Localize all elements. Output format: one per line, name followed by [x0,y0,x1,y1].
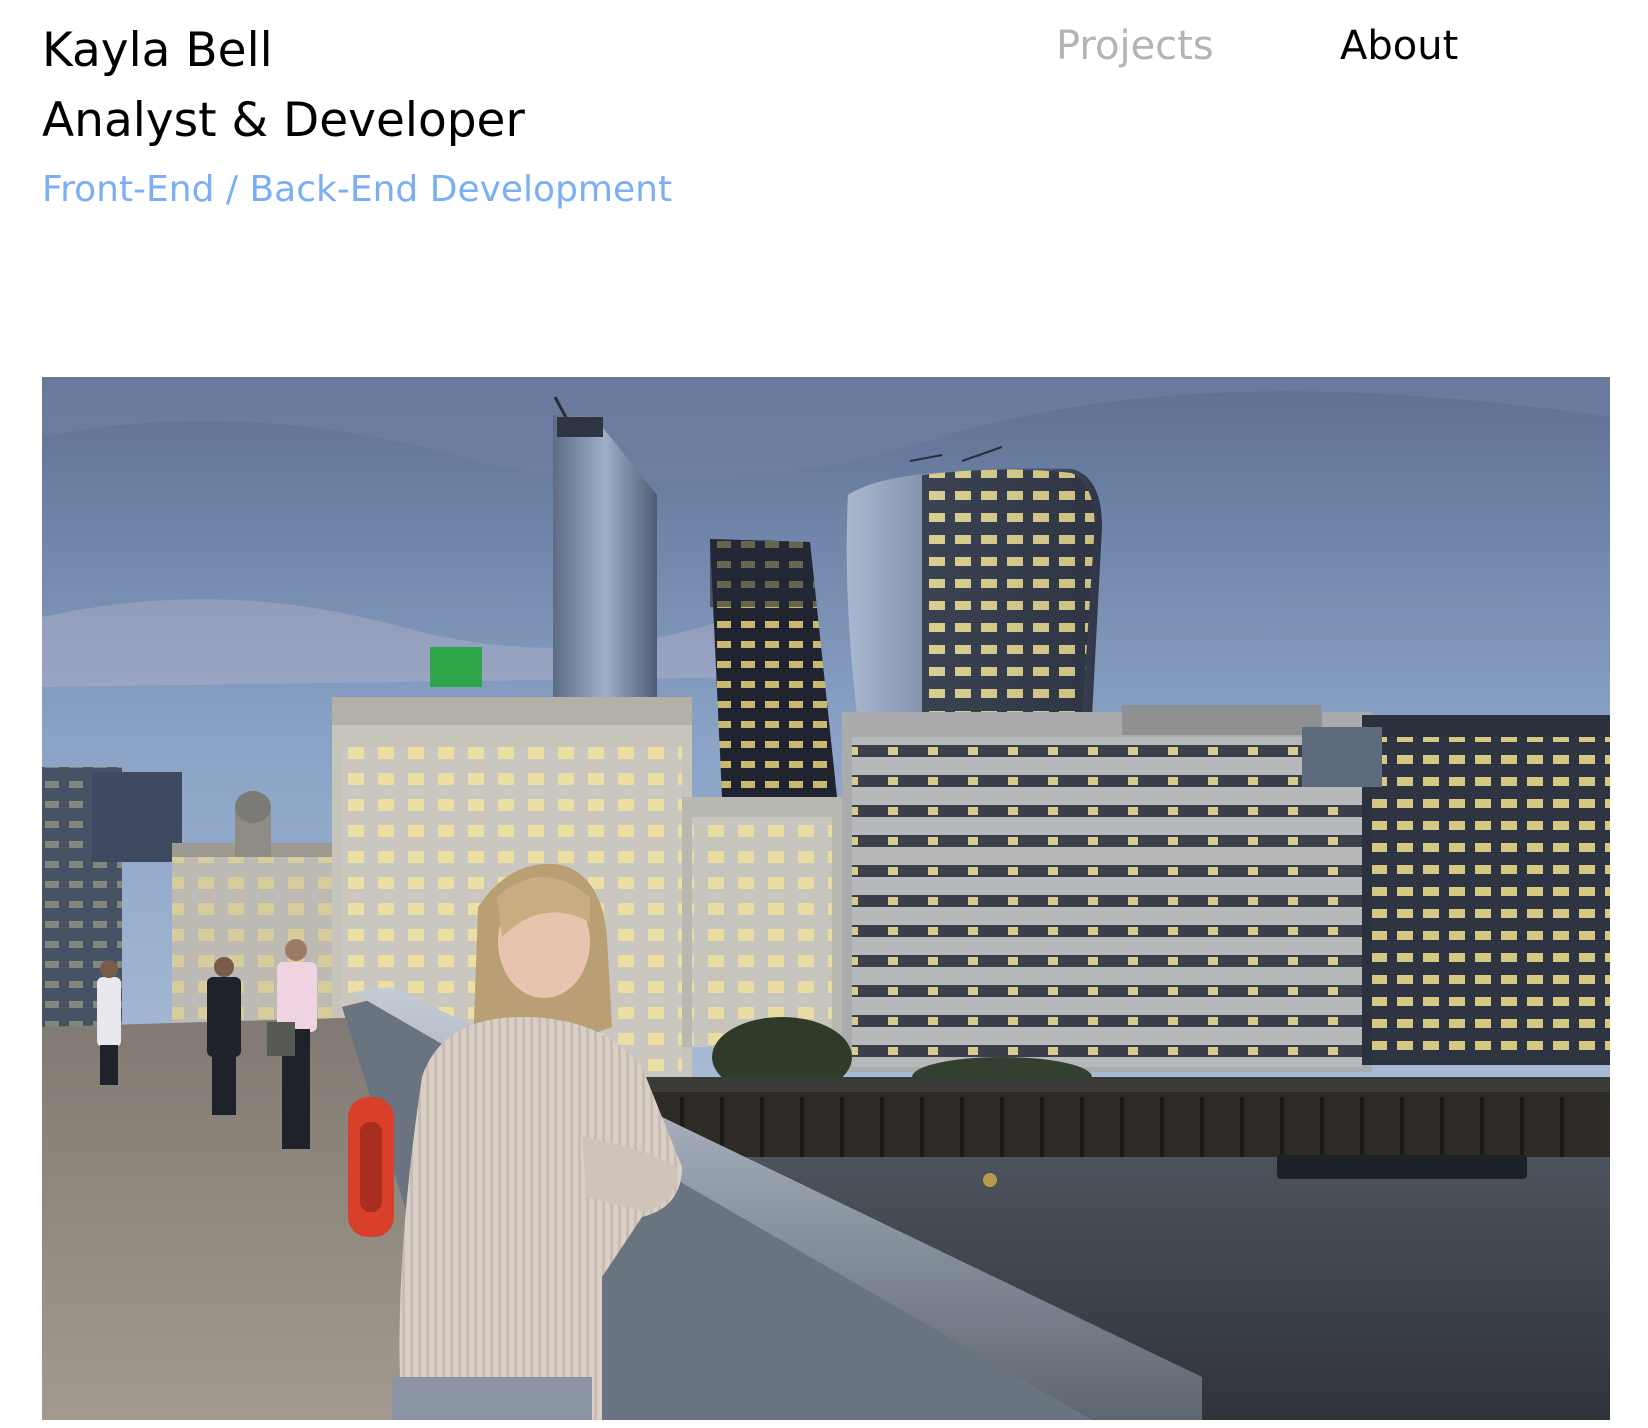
hero-photo [42,377,1610,1420]
site-owner-name: Kayla Bell [42,23,273,78]
site-tagline: Front-End / Back-End Development [42,169,673,210]
hero-photo-illustration [42,377,1610,1420]
nav-link-projects[interactable]: Projects [1056,18,1214,74]
site-header: Kayla Bell Analyst & Developer Front-End… [42,10,1602,230]
site-owner-role: Analyst & Developer [42,93,525,148]
nav-link-about[interactable]: About [1340,18,1458,74]
